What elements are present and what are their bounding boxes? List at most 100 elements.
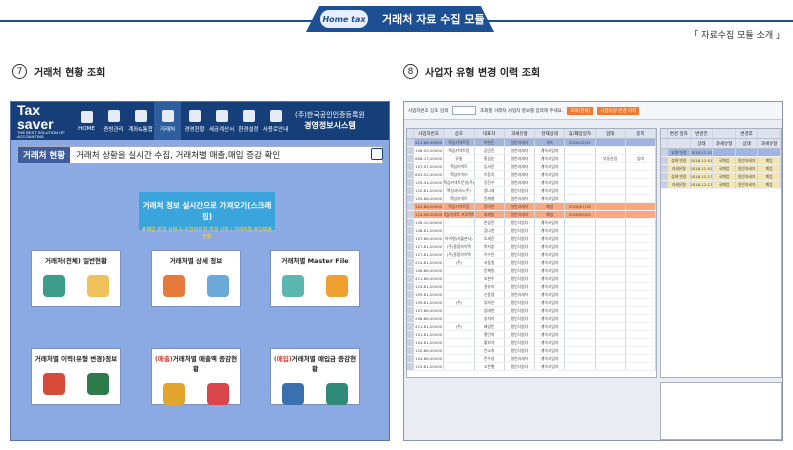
table-row[interactable]: 105-88-00000 핵심커넥트 윤재형 일반과세자 계속사업자 <box>407 195 656 203</box>
row-selector[interactable] <box>407 219 414 226</box>
menu-card[interactable]: (매입)거래처별 매입금 증감현황 <box>270 348 360 405</box>
row-selector[interactable] <box>407 259 414 266</box>
row-selector[interactable] <box>407 291 414 298</box>
table-row[interactable]: 108-81-00000 김나연 법인사업자 계속사업자 <box>407 227 656 235</box>
row-selector[interactable] <box>407 267 414 274</box>
row-selector[interactable] <box>407 339 414 346</box>
column-header[interactable]: 현재상태 <box>535 129 566 138</box>
row-selector[interactable] <box>407 251 414 258</box>
row-selector[interactable] <box>407 179 414 186</box>
row-selector[interactable] <box>407 211 414 218</box>
search-input[interactable] <box>452 106 477 115</box>
row-selector[interactable] <box>407 187 414 194</box>
table-row[interactable]: 119-81-00000 고은별 법인사업자 계속사업자 <box>407 363 656 371</box>
table-row[interactable]: 211-86-00000 조현우 법인사업자 계속사업자 <box>407 275 656 283</box>
row-selector[interactable] <box>407 307 414 314</box>
column-header[interactable]: 과세유형 <box>505 129 535 138</box>
table-row[interactable]: 107-07-00000 핵심커넥트 김서윤 일반과세자 계속사업자 <box>407 163 656 171</box>
row-selector[interactable] <box>661 165 668 172</box>
table-row[interactable]: 상태 변경 2018-12-01 국폐업 일반과세자 폐업 <box>661 157 781 165</box>
row-selector[interactable] <box>407 227 414 234</box>
table-row[interactable]: 106-86-00000 문채원 법인사업자 계속사업자 <box>407 267 656 275</box>
table-row[interactable]: 104-86-00000 핵심커넥트팀 장미연 일반과세자 폐업 2018/07/18 <box>407 203 656 211</box>
intro-link[interactable]: 「 자료수집 모듈 소개 」 <box>689 28 785 41</box>
row-selector[interactable] <box>661 181 668 188</box>
table-row[interactable]: 120-86-00000 안소희 법인사업자 계속사업자 <box>407 347 656 355</box>
menu-card[interactable]: 거래처별 Master File <box>270 250 360 307</box>
menu-item[interactable]: 거래처 <box>154 102 181 140</box>
row-selector[interactable] <box>407 315 414 322</box>
row-selector[interactable] <box>407 171 414 178</box>
row-selector[interactable] <box>407 235 414 242</box>
row-selector[interactable] <box>407 163 414 170</box>
menu-item[interactable]: 계좌&통합 <box>127 102 154 140</box>
row-selector[interactable] <box>661 157 668 164</box>
row-selector[interactable] <box>407 195 414 202</box>
table-row[interactable]: 107-86-00000 아이템(서울본사) 오세진 법인사업자 계속사업자 <box>407 235 656 243</box>
row-selector[interactable] <box>661 149 668 156</box>
table-row[interactable]: 107-86-00000 임태현 법인사업자 계속사업자 <box>407 307 656 315</box>
column-header[interactable]: 변경 일자 <box>668 129 691 138</box>
table-row[interactable]: 106-05-00000 핵심커넥트팀 김민진 일반과세자 계속사업자 <box>407 147 656 155</box>
column-header[interactable] <box>713 129 736 138</box>
table-row[interactable]: 127-81-00000 (주)종합하이텍 박지훈 법인사업자 계속사업자 <box>407 243 656 251</box>
row-selector[interactable] <box>407 139 414 146</box>
table-row[interactable]: 109-81-00000 (주) 류하은 법인사업자 계속사업자 <box>407 299 656 307</box>
row-selector[interactable] <box>407 147 414 154</box>
menu-item[interactable]: 경영현황 <box>181 102 208 140</box>
menu-item[interactable]: 사용로안내 <box>262 102 289 140</box>
row-selector[interactable] <box>407 275 414 282</box>
column-header[interactable] <box>758 129 781 138</box>
history-button[interactable]: 사업유형 변경 이력 <box>597 106 640 115</box>
row-selector[interactable] <box>407 299 414 306</box>
column-header[interactable]: 변경전 <box>691 129 714 138</box>
row-selector[interactable] <box>407 155 414 162</box>
menu-card[interactable]: 거래처(전체) 일반현황 <box>31 250 121 307</box>
row-selector[interactable] <box>407 347 414 354</box>
table-row[interactable]: 101-81-00000 홍민지 법인사업자 계속사업자 <box>407 331 656 339</box>
table-row[interactable]: 211-81-00000 (주) 배성민 법인사업자 계속사업자 <box>407 323 656 331</box>
table-row[interactable]: 120-81-00000 핵심서비스(주) 정나래 법인사업자 계속사업자 <box>407 187 656 195</box>
column-header[interactable]: 종목 <box>626 129 656 138</box>
column-header[interactable]: 휴/폐업일자 <box>565 129 596 138</box>
menu-card[interactable]: (매출)거래처별 매출액 증감현황 <box>151 348 241 405</box>
row-selector[interactable] <box>407 283 414 290</box>
table-row[interactable]: 603-52-00000 핵심아이티 이동욱 일반과세자 계속사업자 <box>407 171 656 179</box>
column-header[interactable]: 변경후 <box>736 129 759 138</box>
table-row[interactable]: 206-86-00000 송지아 법인사업자 계속사업자 <box>407 315 656 323</box>
row-selector[interactable] <box>407 355 414 362</box>
table-row[interactable]: 상태 변경 2018-12-17 국폐업 일반과세자 폐업 <box>661 173 781 181</box>
column-header[interactable]: 사업자번호 <box>414 129 445 138</box>
row-selector[interactable] <box>407 243 414 250</box>
menu-item[interactable]: 증빙관리 <box>100 102 127 140</box>
menu-card[interactable]: 거래처별 이력(유형 변경)정보 <box>31 348 121 405</box>
column-header[interactable]: 업태 <box>596 129 626 138</box>
table-row[interactable]: 104-86-00000 전우성 일반과세자 계속사업자 <box>407 355 656 363</box>
table-row[interactable]: 과세유형 2018-12-17 국폐업 일반과세자 폐업 <box>661 181 781 189</box>
search-all-button[interactable]: 조회(전체) <box>567 106 594 115</box>
row-selector[interactable] <box>407 323 414 330</box>
table-row[interactable]: 106-10-00000 한상민 법인사업자 계속사업자 <box>407 219 656 227</box>
video-icon[interactable] <box>371 148 383 160</box>
row-selector[interactable] <box>407 331 414 338</box>
table-row[interactable]: 211-86-90000 핵심커넥트팀 박현돈 일반과세자 계속 2018/12/31 <box>407 139 656 147</box>
table-row[interactable]: 유형 변경 2018-12-01 <box>661 149 781 157</box>
menu-item[interactable]: 환경설정 <box>235 102 262 140</box>
table-row[interactable]: 127-81-00000 (주)종합하이텍 이수민 법인사업자 계속사업자 <box>407 251 656 259</box>
table-row[interactable]: 과세유형 2018-12-01 국폐업 일반과세자 폐업 <box>661 165 781 173</box>
row-selector[interactable] <box>407 363 414 370</box>
table-row[interactable]: 608-17-00000 유통 홍길순 일반과세자 계속사업자 부동산업 임대 <box>407 155 656 163</box>
table-row[interactable]: 104-81-00000 황보석 법인사업자 계속사업자 <box>407 339 656 347</box>
table-row[interactable]: 124-81-00000 권유리 법인사업자 계속사업자 <box>407 283 656 291</box>
row-selector[interactable] <box>407 203 414 210</box>
table-row[interactable]: 214-81-00000 (주) 서동원 법인사업자 계속사업자 <box>407 259 656 267</box>
scrape-button[interactable]: 거래처 정보 실시간으로 가져오기(스크래핑) 휴폐업 변경 상태 & 사업자유… <box>139 192 275 240</box>
menu-item[interactable]: HOME <box>73 102 100 140</box>
table-row[interactable]: 129-54-00000 핵심커넥트운영(주) 강진우 일반과세자 계속사업자 <box>407 179 656 187</box>
menu-card[interactable]: 거래처별 상세 정보 <box>151 250 241 307</box>
row-selector[interactable] <box>661 173 668 180</box>
menu-item[interactable]: 세금계산서 <box>208 102 235 140</box>
table-row[interactable]: 105-81-00000 신동엽 일반과세자 계속사업자 <box>407 291 656 299</box>
column-header[interactable]: 대표자 <box>475 129 505 138</box>
column-header[interactable]: 상호 <box>444 129 475 138</box>
